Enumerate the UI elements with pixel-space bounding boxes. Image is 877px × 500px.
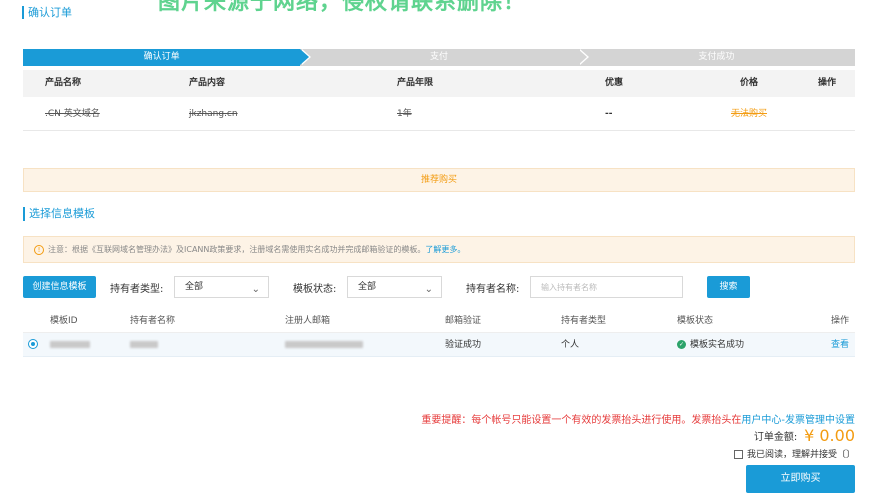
product-action [799,97,855,130]
product-price: 无法购买 [730,109,767,119]
step-confirm-order: 确认订单 [23,49,312,66]
search-button[interactable]: 搜索 [707,276,750,298]
view-link[interactable]: 查看 [831,340,849,350]
header-product-years: 产品年限 [397,78,434,88]
header-product-content: 产品内容 [189,78,226,88]
total-amount: ¥ 0.00 [804,426,855,445]
email-verify-status: 验证成功 [445,340,482,350]
template-id-redacted [50,341,90,348]
header-action: 操作 [830,316,849,326]
section-title: 选择信息模板 [23,207,95,221]
template-table: 模板ID 持有者名称 注册人邮箱 邮箱验证 持有者类型 模板状态 操作 验证成功… [23,309,855,357]
product-discount: -- [605,109,613,119]
chevron-down-icon: ⌄ [424,284,433,295]
order-confirm-page: 确认订单 图片来源于网络，侵权请联系删除！ 确认订单 支付 支付成功 产品名称 … [0,0,877,500]
filter-bar: 创建信息模板 持有者类型: 全部 ⌄ 模板状态: 全部 ⌄ 持有者名称: 搜索 [23,276,855,298]
header-template-status: 模板状态 [677,316,714,326]
product-content: jkzhang.cn [189,109,238,119]
holder-type-select[interactable]: 全部 ⌄ [174,276,269,298]
progress-steps: 确认订单 支付 支付成功 [23,49,855,66]
template-status: 模板实名成功 [690,340,745,350]
header-holder-type: 持有者类型 [561,316,607,326]
holder-type-label: 持有者类型: [110,284,164,295]
total-label: 订单金额: [753,432,798,443]
step-label: 支付成功 [698,52,735,62]
template-radio[interactable] [28,339,38,349]
agreement: 我已阅读，理解并接受〔〕 [733,447,855,460]
status-select[interactable]: 全部 ⌄ [347,276,442,298]
header-template-id: 模板ID [50,316,78,326]
header-product-name: 产品名称 [45,78,82,88]
holder-name-redacted [130,341,158,348]
email-redacted [285,341,363,348]
recommend-banner[interactable]: 推荐购买 [23,168,855,192]
buy-now-button[interactable]: 立即购买 [746,465,855,493]
invoice-settings-link[interactable]: 用户中心-发票管理中设置 [741,415,855,426]
order-table: 产品名称 产品内容 产品年限 优惠 价格 操作 .CN 英文域名 jkzhang… [23,70,855,131]
order-table-header: 产品名称 产品内容 产品年限 优惠 价格 操作 [23,70,855,97]
create-template-button[interactable]: 创建信息模板 [23,276,96,298]
header-email-verify: 邮箱验证 [445,316,482,326]
warning-icon: ! [34,244,44,255]
chevron-down-icon: ⌄ [251,284,260,295]
notice-text: 注意：根据《互联网域名管理办法》及ICANN政策要求，注册域名需使用实名成功并完… [48,245,426,254]
header-email: 注册人邮箱 [285,316,331,326]
page-title: 确认订单 [22,6,72,19]
header-holder-name: 持有者名称 [130,316,176,326]
reminder-text: 重要提醒：每个帐号只能设置一个有效的发票抬头进行使用。发票抬头在 [421,415,742,426]
status-value: 全部 [358,282,377,292]
table-row: .CN 英文域名 jkzhang.cn 1年 -- 无法购买 [23,97,855,131]
template-table-header: 模板ID 持有者名称 注册人邮箱 邮箱验证 持有者类型 模板状态 操作 [23,309,855,333]
holder-type: 个人 [561,340,580,350]
holder-type-value: 全部 [185,282,204,292]
agree-checkbox[interactable] [733,450,743,459]
order-total: 订单金额: ¥ 0.00 [754,426,855,445]
learn-more-link[interactable]: 了解更多。 [425,245,465,254]
step-pay-success: 支付成功 [577,49,855,66]
invoice-reminder: 重要提醒：每个帐号只能设置一个有效的发票抬头进行使用。发票抬头在用户中心-发票管… [421,411,855,426]
header-discount: 优惠 [605,78,624,88]
product-years: 1年 [397,109,412,119]
watermark-text: 图片来源于网络，侵权请联系删除！ [158,0,527,15]
holder-name-label: 持有者名称: [466,284,520,295]
notice-banner: ! 注意：根据《互联网域名管理办法》及ICANN政策要求，注册域名需使用实名成功并… [23,236,855,263]
header-action: 操作 [817,78,836,88]
step-label: 支付 [429,52,448,62]
header-price: 价格 [739,78,758,88]
status-label: 模板状态: [293,284,337,295]
agree-text: 我已阅读，理解并接受〔〕 [746,450,855,460]
product-name: .CN 英文域名 [45,109,100,119]
check-circle-icon: ✓ [677,340,686,349]
table-row[interactable]: 验证成功 个人 ✓ 模板实名成功 查看 [23,333,855,357]
step-pay: 支付 [300,49,589,66]
step-arrow [300,49,310,65]
step-label: 确认订单 [143,52,180,62]
holder-name-input[interactable] [530,276,683,298]
step-arrow [577,49,587,65]
